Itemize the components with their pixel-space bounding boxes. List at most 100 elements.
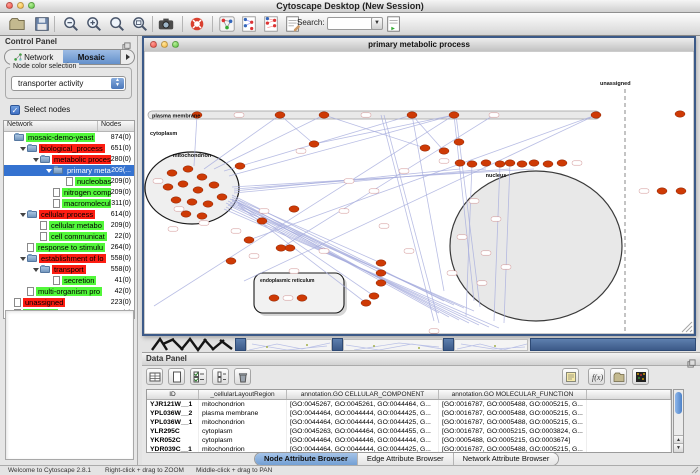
network-node[interactable]	[657, 188, 667, 194]
table-icon[interactable]	[146, 368, 163, 385]
float-panel-icon[interactable]	[687, 355, 696, 373]
zoom-selected-icon[interactable]	[108, 15, 126, 33]
network-node[interactable]	[319, 112, 329, 118]
table-row[interactable]: YPL036W__1mitochondrion[GO:0044464, GO:0…	[147, 418, 671, 427]
network-node[interactable]	[369, 293, 379, 299]
network-node[interactable]	[439, 148, 449, 154]
color-attribute-dropdown[interactable]: transporter activity ▲▼	[11, 76, 126, 91]
tree-expand-arrow[interactable]	[19, 257, 27, 261]
select-nodes-checkbox[interactable]: ✓	[10, 105, 20, 115]
network-node[interactable]	[217, 194, 227, 200]
window-resize-grip[interactable]	[691, 466, 699, 474]
network-node[interactable]	[420, 145, 430, 151]
network-node[interactable]	[297, 295, 307, 301]
network-node[interactable]	[517, 161, 527, 167]
tree-row-biological-process[interactable]: biological_process651(0)	[4, 143, 134, 154]
birds-eye-view[interactable]	[5, 310, 134, 460]
tree-row-nucleobase-[interactable]: nucleobase-209(0)	[4, 176, 134, 187]
minimize-network-window-button[interactable]	[161, 41, 168, 48]
scrollbar-thumb[interactable]	[675, 392, 682, 414]
network-node[interactable]	[454, 139, 464, 145]
search-dropdown-arrow[interactable]: ▼	[371, 17, 383, 30]
network-node[interactable]	[269, 295, 279, 301]
import-icon[interactable]	[610, 368, 627, 385]
column-header[interactable]: ID	[147, 390, 199, 399]
tab-network-attribute-browser[interactable]: Network Attribute Browser	[454, 453, 559, 465]
search-input[interactable]	[327, 17, 374, 30]
network-node[interactable]	[183, 166, 193, 172]
tree-row-transport[interactable]: transport558(0)	[4, 264, 134, 275]
network-node[interactable]	[197, 213, 207, 219]
network-node[interactable]	[197, 174, 207, 180]
zoom-in-icon[interactable]	[85, 15, 103, 33]
notes-icon[interactable]	[562, 368, 579, 385]
scroll-down-arrow[interactable]: ▼	[674, 443, 683, 452]
new-page-icon[interactable]	[168, 368, 185, 385]
tree-row-mosaic-demo-yeast[interactable]: mosaic-demo-yeast874(0)	[4, 132, 134, 143]
network-node[interactable]	[209, 182, 219, 188]
tree-row-primary-metabo[interactable]: primary metabo209(...	[4, 165, 134, 176]
network-node[interactable]	[467, 161, 477, 167]
network-node[interactable]	[376, 280, 386, 286]
attribute-table-header[interactable]: ID_cellularLayoutRegionannotation.GO CEL…	[147, 390, 671, 400]
tab-network[interactable]: Network	[5, 50, 63, 64]
network-node[interactable]	[407, 112, 417, 118]
select-attributes-icon[interactable]	[190, 368, 207, 385]
network-node[interactable]	[495, 161, 505, 167]
column-header[interactable]: annotation.GO MOLECULAR_FUNCTION	[439, 390, 587, 399]
table-row[interactable]: YLR295Ccytoplasm[GO:0045263, GO:0044464,…	[147, 427, 671, 436]
save-icon[interactable]	[33, 15, 51, 33]
network-node[interactable]	[235, 163, 245, 169]
tab-edge-attribute-browser[interactable]: Edge Attribute Browser	[358, 453, 454, 465]
network-node[interactable]	[361, 300, 371, 306]
network-node[interactable]	[309, 141, 319, 147]
column-header[interactable]: _cellularLayoutRegion	[199, 390, 287, 399]
help-icon[interactable]	[188, 15, 206, 33]
tree-expand-arrow[interactable]	[19, 147, 27, 151]
network-node[interactable]	[675, 111, 685, 117]
network-node[interactable]	[557, 160, 567, 166]
network-node[interactable]	[285, 245, 295, 251]
network-node[interactable]	[529, 160, 539, 166]
network-node[interactable]	[505, 160, 515, 166]
layout-icon[interactable]	[240, 15, 258, 33]
network-node[interactable]	[289, 206, 299, 212]
network-node[interactable]	[226, 258, 236, 264]
table-row[interactable]: YKR052Ccytoplasm[GO:0044464, GO:0044446,…	[147, 436, 671, 445]
network-node[interactable]	[187, 199, 197, 205]
network-tree-header[interactable]: Network Nodes	[4, 121, 134, 132]
table-row[interactable]: YPL036W__2plasma membrane[GO:0044464, GO…	[147, 409, 671, 418]
network-node[interactable]	[167, 170, 177, 176]
tree-row-establishment-of-lo[interactable]: establishment of lo558(0)	[4, 253, 134, 264]
column-icon[interactable]	[212, 368, 229, 385]
network-node[interactable]	[275, 112, 285, 118]
filter-icon[interactable]	[262, 15, 280, 33]
zoom-network-window-button[interactable]	[172, 41, 179, 48]
column-header[interactable]	[587, 390, 671, 399]
network-node[interactable]	[171, 197, 181, 203]
matrix-icon[interactable]	[632, 368, 649, 385]
plugin-icon[interactable]	[385, 15, 403, 33]
network-canvas[interactable]: plasma membranecytoplasmmitochondrionnuc…	[144, 51, 694, 334]
network-node[interactable]	[455, 160, 465, 166]
network-node[interactable]	[244, 237, 254, 243]
network-node[interactable]	[543, 161, 553, 167]
table-scrollbar[interactable]: ▲ ▼	[673, 389, 684, 453]
network-node[interactable]	[181, 211, 191, 217]
column-header[interactable]: annotation.GO CELLULAR_COMPONENT	[287, 390, 439, 399]
vizmapper-icon[interactable]	[218, 15, 236, 33]
network-node[interactable]	[257, 218, 267, 224]
tree-row-cellular-process[interactable]: cellular process614(0)	[4, 209, 134, 220]
tree-row-metabolic-process[interactable]: metabolic process280(0)	[4, 154, 134, 165]
tree-row-unassigned[interactable]: unassigned223(0)	[4, 297, 134, 308]
tree-expand-arrow[interactable]	[32, 268, 40, 272]
network-node[interactable]	[481, 160, 491, 166]
tab-overflow-arrow[interactable]	[120, 50, 134, 64]
tree-row-response-to-stimulu[interactable]: response to stimulu264(0)	[4, 242, 134, 253]
network-node[interactable]	[163, 184, 173, 190]
tree-row-cell-communicat[interactable]: cell communicat22(0)	[4, 231, 134, 242]
network-node[interactable]	[376, 260, 386, 266]
tree-row-macromolecule[interactable]: macromolecule311(0)	[4, 198, 134, 209]
network-window-titlebar[interactable]: primary metabolic process	[144, 38, 694, 52]
table-row[interactable]: YJR121W__1mitochondrion[GO:0045267, GO:0…	[147, 400, 671, 409]
